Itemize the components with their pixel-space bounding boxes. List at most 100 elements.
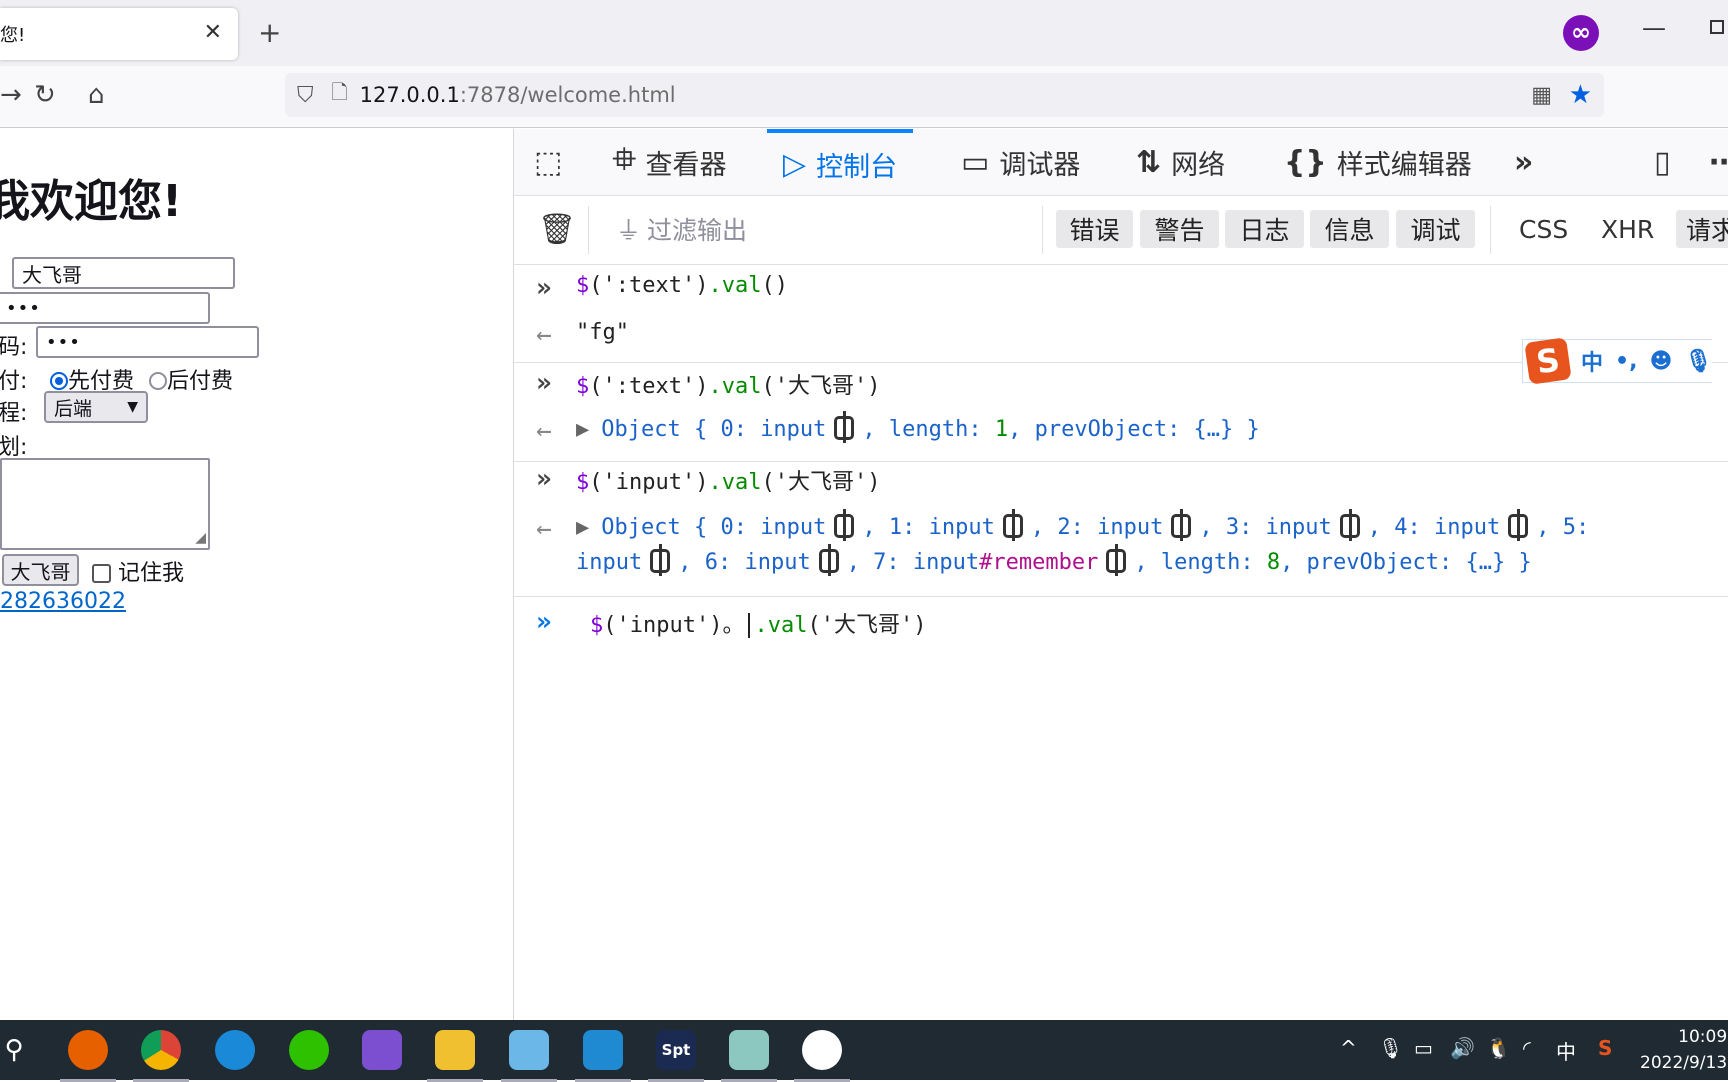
remember-checkbox[interactable] — [92, 564, 111, 583]
vscode-icon[interactable] — [575, 1030, 631, 1082]
tab-inspector[interactable]: ⯐ 查看器 — [613, 129, 727, 196]
plan-textarea[interactable]: ◢ — [0, 458, 210, 550]
tray-sogou-icon[interactable]: S — [1598, 1036, 1612, 1060]
responsive-icon: ▯ — [1654, 145, 1671, 180]
return-arrow-icon: ← — [536, 320, 552, 350]
node-inspect-icon[interactable] — [1171, 509, 1192, 541]
node-inspect-icon[interactable] — [1002, 509, 1023, 541]
url-host: 127.0.0.1 — [359, 83, 460, 107]
trash-icon[interactable]: 🗑 — [538, 210, 576, 248]
divider — [1490, 206, 1491, 254]
home-icon[interactable]: ⌂ — [88, 80, 105, 110]
filter-input[interactable]: ⏚ 过滤输出 — [616, 210, 747, 248]
console-icon: ▷ — [783, 147, 807, 182]
name-button[interactable]: 大飞哥 — [2, 554, 79, 586]
filter-warnings[interactable]: 警告 — [1140, 210, 1219, 248]
wechat-icon[interactable] — [289, 1030, 329, 1070]
qr-code-icon[interactable]: ▦ — [1531, 83, 1552, 108]
tray-chevron-icon[interactable]: ^ — [1340, 1036, 1357, 1060]
tray-volume-icon[interactable]: 🔊 — [1450, 1036, 1475, 1060]
chrome-icon[interactable] — [133, 1030, 189, 1082]
filter-css[interactable]: CSS — [1519, 210, 1568, 248]
tray-qq-icon[interactable]: 🐧 — [1486, 1036, 1511, 1060]
input-prompt-icon: » — [536, 607, 552, 637]
tab-style-editor[interactable]: {} 样式编辑器 — [1284, 129, 1472, 196]
tray-wifi-icon[interactable]: ◜ — [1523, 1036, 1531, 1060]
microphone-icon[interactable]: 🎙 — [1684, 349, 1712, 374]
code-token: "fg" — [576, 320, 629, 345]
tab-debugger[interactable]: ▭ 调试器 — [961, 129, 1080, 196]
more-options-button[interactable]: ⋯ — [1709, 129, 1728, 196]
username-input[interactable]: 大飞哥 — [12, 257, 235, 289]
app2-icon[interactable] — [794, 1030, 850, 1082]
reload-icon[interactable]: ↻ — [34, 80, 56, 110]
code-token: , 3: input — [1199, 515, 1332, 540]
bookmark-star-icon[interactable]: ★ — [1569, 80, 1592, 110]
shield-icon[interactable]: ⛉ — [297, 83, 314, 108]
spt-icon[interactable]: Spt — [648, 1030, 704, 1082]
filter-icon: ⏚ — [616, 216, 642, 245]
console-filter-bar: 🗑 ⏚ 过滤输出 错误 警告 日志 信息 调试 CSS XHR 请求 — [514, 196, 1728, 265]
more-tabs-button[interactable]: » — [1514, 129, 1533, 196]
new-tab-button[interactable]: + — [258, 16, 281, 49]
node-inspect-icon[interactable] — [834, 411, 855, 443]
tray-microphone-icon[interactable]: 🎙 — [1378, 1036, 1403, 1060]
filter-errors[interactable]: 错误 — [1056, 210, 1133, 248]
tab-console[interactable]: ▷ 控制台 — [767, 129, 914, 196]
private-mode-icon[interactable]: ∞ — [1563, 15, 1599, 51]
code-token: $ — [590, 613, 604, 638]
code-token: Object { 0: input — [601, 417, 827, 442]
code-token: () — [761, 273, 788, 298]
edge-icon[interactable] — [215, 1030, 255, 1070]
notes-icon[interactable] — [721, 1030, 777, 1082]
expand-triangle-icon[interactable]: ▶ — [576, 515, 589, 540]
pay-later-radio[interactable] — [149, 372, 168, 390]
filter-requests[interactable]: 请求 — [1676, 210, 1728, 248]
ime-mode[interactable]: 中 — [1581, 345, 1603, 377]
responsive-design-button[interactable]: ▯ — [1654, 129, 1671, 196]
password-input[interactable]: ••• — [0, 292, 210, 324]
search-icon[interactable]: ⚲ — [0, 1030, 34, 1070]
code-token: 1 — [994, 417, 1009, 442]
element-picker-button[interactable]: ⬚ — [534, 129, 562, 196]
filter-xhr[interactable]: XHR — [1601, 210, 1654, 248]
code-token: , 6: input — [678, 550, 811, 575]
confirm-password-input[interactable]: ••• — [36, 326, 259, 358]
url-bar[interactable]: ⛉ 🗋 127.0.0.1:7878/welcome.html ▦ ★ — [285, 73, 1604, 117]
node-inspect-icon[interactable] — [1508, 509, 1529, 541]
qq-link[interactable]: 282636022 — [0, 589, 126, 614]
node-inspect-icon[interactable] — [1106, 544, 1127, 576]
app-icon[interactable] — [501, 1030, 557, 1082]
tab-network[interactable]: ⇅ 网络 — [1136, 129, 1225, 196]
tray-battery-icon[interactable]: ▭ — [1414, 1036, 1433, 1060]
inspector-icon: ⯐ — [613, 142, 636, 177]
node-inspect-icon[interactable] — [650, 544, 671, 576]
code-token: input — [576, 550, 643, 575]
tray-ime-indicator[interactable]: 中 — [1556, 1036, 1576, 1065]
row-divider — [514, 461, 1728, 462]
restore-button[interactable] — [1710, 20, 1724, 34]
file-explorer-icon[interactable] — [427, 1030, 483, 1082]
pay-first-radio[interactable] — [50, 372, 68, 390]
code-token: $ — [576, 470, 590, 495]
firefox-icon[interactable] — [60, 1030, 116, 1082]
filter-debug[interactable]: 调试 — [1396, 210, 1475, 248]
emoji-icon[interactable]: ☻ — [1649, 349, 1672, 374]
browser-tab[interactable]: 您! ✕ — [0, 8, 238, 60]
filter-logs[interactable]: 日志 — [1225, 210, 1304, 248]
filter-info[interactable]: 信息 — [1310, 210, 1389, 248]
tab-label: 调试器 — [999, 150, 1081, 181]
course-select-value: 后端 — [54, 397, 93, 420]
course-select[interactable]: 后端 ▼ — [44, 391, 148, 423]
resize-handle-icon[interactable]: ◢ — [195, 530, 206, 546]
expand-triangle-icon[interactable]: ▶ — [576, 417, 589, 442]
node-inspect-icon[interactable] — [818, 544, 839, 576]
node-inspect-icon[interactable] — [834, 509, 855, 541]
clock[interactable]: 10:09 2022/9/13 — [1640, 1024, 1727, 1076]
visual-studio-icon[interactable] — [362, 1030, 402, 1070]
punctuation-icon[interactable]: •, — [1615, 349, 1637, 374]
minimize-button[interactable]: — — [1642, 14, 1666, 42]
node-inspect-icon[interactable] — [1339, 509, 1360, 541]
forward-icon[interactable]: → — [0, 80, 22, 110]
close-tab-icon[interactable]: ✕ — [204, 20, 222, 45]
